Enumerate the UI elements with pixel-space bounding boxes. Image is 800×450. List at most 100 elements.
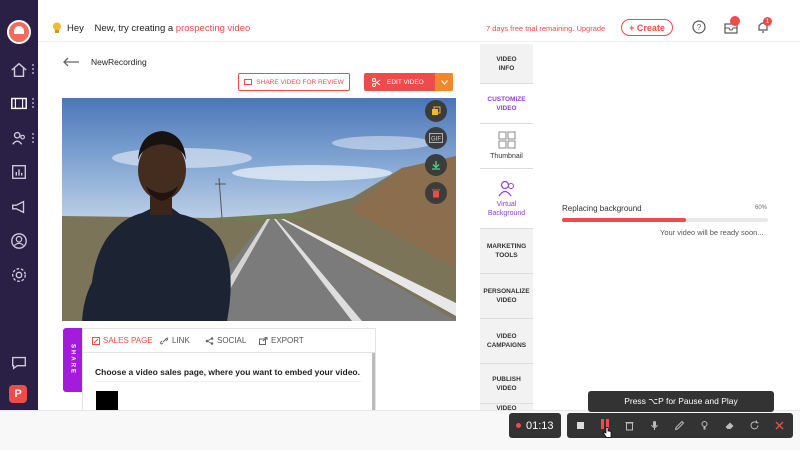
recorder-controls bbox=[567, 413, 793, 438]
tab-export[interactable]: EXPORT bbox=[259, 336, 304, 345]
tab-marketing-tools[interactable]: MARKETING TOOLS bbox=[480, 229, 533, 274]
tab-social-label: SOCIAL bbox=[217, 336, 247, 345]
chat-icon[interactable] bbox=[10, 354, 28, 372]
recording-timer: 01:13 bbox=[509, 413, 561, 438]
greeting-middle: , try creating a bbox=[112, 23, 174, 34]
tab-video-info[interactable]: VIDEO INFO bbox=[480, 44, 533, 84]
tab-personalize-video-label: PERSONALIZE VIDEO bbox=[483, 288, 530, 304]
scrollbar[interactable] bbox=[372, 353, 375, 411]
processing-note: Your video will be ready soon... bbox=[660, 228, 764, 237]
tab-video-campaigns[interactable]: VIDEO CAMPAIGNS bbox=[480, 319, 533, 364]
export-icon bbox=[259, 336, 268, 345]
sidebar: P bbox=[0, 0, 38, 410]
share-panel: SALES PAGE LINK SOCIAL EXPORT Choose a v… bbox=[82, 328, 376, 411]
side-tabs: VIDEO INFO CUSTOMIZE VIDEO Thumbnail Vir… bbox=[480, 44, 533, 416]
tab-video-campaigns-label: VIDEO CAMPAIGNS bbox=[486, 333, 527, 349]
contacts-more-icon[interactable] bbox=[32, 133, 34, 143]
tab-customize-video[interactable]: CUSTOMIZE VIDEO bbox=[480, 84, 533, 124]
eraser-icon[interactable] bbox=[722, 418, 737, 433]
gif-label: GIF bbox=[431, 137, 441, 143]
redo-icon[interactable] bbox=[747, 418, 762, 433]
processing-label: Replacing background bbox=[562, 204, 642, 213]
people-icon bbox=[498, 180, 514, 197]
recording-dot-icon bbox=[516, 423, 521, 428]
tab-publish-video-label: PUBLISH VIDEO bbox=[492, 375, 521, 392]
logo-icon[interactable] bbox=[7, 20, 31, 44]
tab-personalize-video[interactable]: PERSONALIZE VIDEO bbox=[480, 274, 533, 319]
share-tabs: SALES PAGE LINK SOCIAL EXPORT bbox=[83, 329, 375, 353]
download-icon[interactable] bbox=[425, 154, 447, 176]
analytics-icon[interactable] bbox=[10, 163, 28, 181]
share-description: Choose a video sales page, where you wan… bbox=[95, 367, 360, 377]
help-icon[interactable]: ? bbox=[692, 20, 706, 34]
greeting-text: Hey New, try creating a prospecting vide… bbox=[67, 23, 250, 34]
tab-virtual-background-label: Virtual Background bbox=[487, 201, 526, 217]
home-more-icon[interactable] bbox=[32, 64, 34, 74]
cursor-hand-icon bbox=[603, 425, 612, 443]
share-for-review-label: SHARE VIDEO FOR REVIEW bbox=[256, 78, 344, 86]
social-share-icon bbox=[205, 336, 214, 345]
tab-customize-video-label: CUSTOMIZE VIDEO bbox=[487, 95, 526, 112]
video-preview[interactable] bbox=[62, 98, 456, 321]
contacts-icon[interactable] bbox=[10, 129, 28, 147]
highlight-icon[interactable] bbox=[697, 418, 712, 433]
bulb-icon bbox=[52, 21, 62, 39]
tab-virtual-background[interactable]: Virtual Background bbox=[480, 169, 533, 229]
recording-title: NewRecording bbox=[91, 57, 147, 67]
settings-icon[interactable] bbox=[10, 266, 28, 284]
sales-page-thumbnail[interactable] bbox=[96, 391, 118, 411]
tab-video-info-label: VIDEO INFO bbox=[496, 55, 517, 72]
tab-link-label: LINK bbox=[172, 336, 190, 345]
videos-icon[interactable] bbox=[10, 94, 28, 112]
megaphone-icon[interactable] bbox=[10, 198, 28, 216]
tab-social[interactable]: SOCIAL bbox=[205, 336, 246, 345]
stop-icon[interactable] bbox=[573, 418, 588, 433]
edit-video-label: EDIT VIDEO bbox=[387, 78, 424, 86]
edit-page-icon bbox=[92, 336, 100, 345]
profile-icon[interactable] bbox=[10, 232, 28, 250]
gif-icon[interactable]: GIF bbox=[425, 127, 447, 149]
share-tag-label: SHARE bbox=[69, 344, 76, 376]
processing-percent: 60% bbox=[755, 205, 768, 211]
tab-thumbnail[interactable]: Thumbnail bbox=[480, 124, 533, 169]
back-arrow-icon[interactable] bbox=[62, 54, 80, 70]
chevron-down-icon[interactable] bbox=[435, 73, 453, 91]
trash-icon[interactable] bbox=[622, 418, 637, 433]
svg-text:?: ? bbox=[697, 23, 702, 32]
videos-more-icon[interactable] bbox=[32, 98, 34, 108]
inbox-dot bbox=[730, 16, 740, 26]
prospecting-video-link[interactable]: prospecting video bbox=[176, 23, 250, 34]
tab-sales-page-label: SALES PAGE bbox=[103, 336, 153, 345]
divider bbox=[95, 381, 361, 382]
pen-icon[interactable] bbox=[672, 418, 687, 433]
share-for-review-button[interactable]: SHARE VIDEO FOR REVIEW bbox=[238, 73, 350, 91]
link-icon bbox=[160, 336, 169, 345]
pause-tooltip: Press ⌥P for Pause and Play bbox=[588, 391, 774, 412]
trial-notice[interactable]: 7 days free trial remaining. Upgrade bbox=[486, 24, 605, 33]
copy-icon[interactable] bbox=[425, 100, 447, 122]
tab-marketing-tools-label: MARKETING TOOLS bbox=[486, 243, 527, 259]
edit-video-button[interactable]: EDIT VIDEO bbox=[364, 73, 453, 91]
tab-export-label: EXPORT bbox=[271, 336, 304, 345]
user-badge[interactable]: P bbox=[9, 385, 27, 403]
home-icon[interactable] bbox=[10, 61, 28, 79]
notification-count: 1 bbox=[763, 17, 772, 26]
tab-sales-page[interactable]: SALES PAGE bbox=[92, 336, 153, 345]
close-icon[interactable] bbox=[772, 418, 787, 433]
greeting-name: New bbox=[94, 23, 113, 34]
mic-icon[interactable] bbox=[647, 418, 662, 433]
scissors-icon bbox=[372, 77, 381, 87]
tab-publish-video[interactable]: PUBLISH VIDEO bbox=[480, 364, 533, 404]
timer-value: 01:13 bbox=[526, 419, 554, 432]
tab-thumbnail-label: Thumbnail bbox=[490, 153, 523, 160]
top-bar: Hey New, try creating a prospecting vide… bbox=[38, 12, 800, 42]
progress-fill bbox=[562, 218, 686, 222]
tab-link[interactable]: LINK bbox=[160, 336, 190, 345]
greeting-prefix: Hey bbox=[67, 23, 84, 34]
delete-icon[interactable] bbox=[425, 182, 447, 204]
thumbnail-grid-icon bbox=[498, 131, 515, 149]
create-button[interactable]: + Create bbox=[621, 19, 673, 36]
share-tag: SHARE bbox=[63, 328, 82, 392]
comment-icon bbox=[244, 78, 253, 85]
progress-bar bbox=[562, 218, 768, 222]
